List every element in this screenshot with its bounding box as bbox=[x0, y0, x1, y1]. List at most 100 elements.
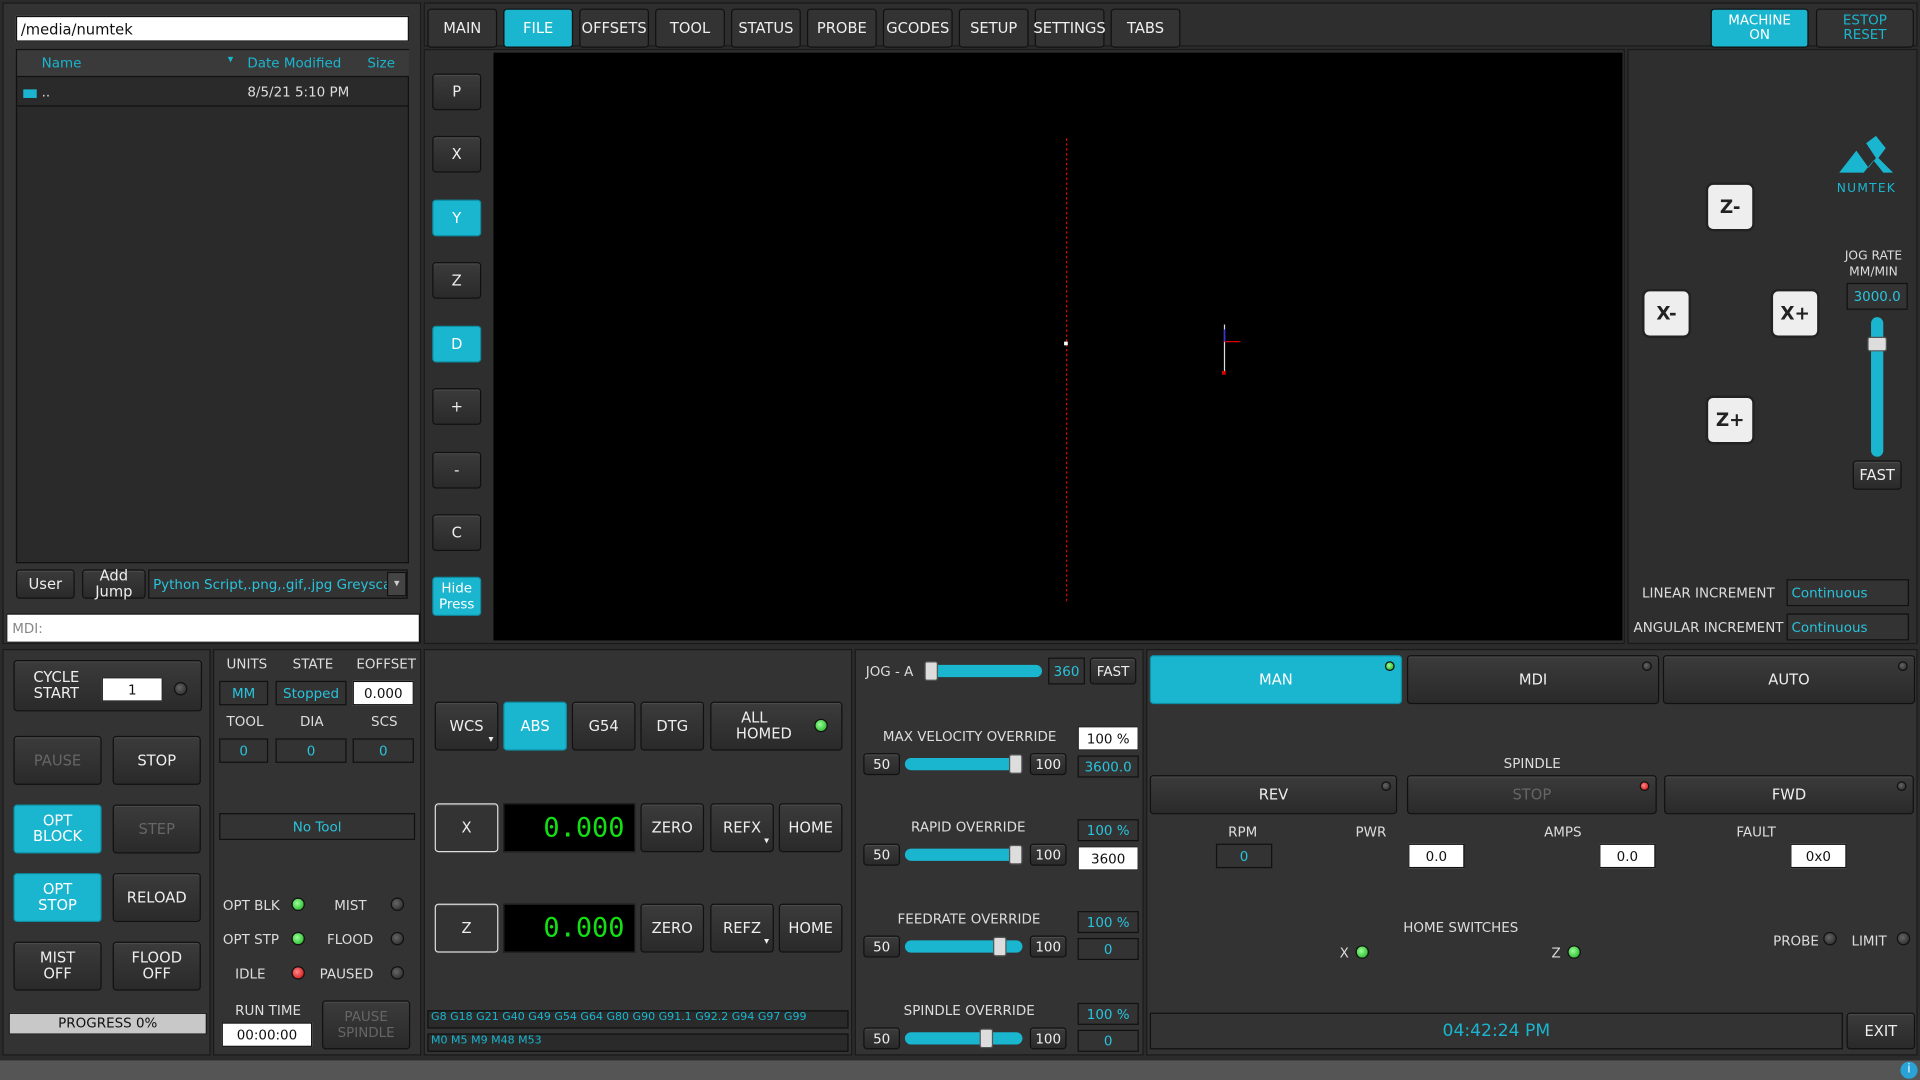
wcs-button[interactable]: WCS ▾ bbox=[434, 701, 499, 751]
gcode-preview[interactable] bbox=[493, 52, 1623, 641]
hide-press-button[interactable]: Hide Press bbox=[432, 576, 482, 616]
cycle-count-field[interactable]: 1 bbox=[101, 677, 163, 702]
pause-button[interactable]: PAUSE bbox=[13, 735, 102, 785]
feedrate-override-handle[interactable] bbox=[993, 936, 1007, 957]
step-button[interactable]: STEP bbox=[112, 804, 201, 854]
tab-file[interactable]: FILE bbox=[503, 8, 574, 48]
mdi-input[interactable]: MDI: bbox=[6, 613, 421, 643]
refz-button[interactable]: REFZ ▾ bbox=[710, 903, 774, 953]
jog-rate-handle[interactable] bbox=[1867, 336, 1887, 352]
zoom-in-button[interactable]: + bbox=[432, 388, 482, 425]
jog-x-minus-button[interactable]: X- bbox=[1642, 288, 1692, 338]
dtg-button[interactable]: DTG bbox=[640, 701, 705, 751]
machine-on-button[interactable]: MACHINE ON bbox=[1710, 8, 1809, 48]
chevron-down-icon[interactable]: ▾ bbox=[386, 571, 407, 597]
man-led bbox=[1384, 661, 1395, 672]
flood-label: FLOOD bbox=[326, 931, 374, 948]
exit-button[interactable]: EXIT bbox=[1846, 1012, 1916, 1050]
add-jump-button[interactable]: Add Jump bbox=[82, 568, 146, 599]
spindle-override-handle[interactable] bbox=[979, 1028, 994, 1049]
g54-button[interactable]: G54 bbox=[571, 701, 636, 751]
spindle-fwd-button[interactable]: FWD bbox=[1664, 775, 1914, 815]
jog-rate-field[interactable]: 3000.0 bbox=[1846, 282, 1908, 310]
max-velocity-handle[interactable] bbox=[1008, 754, 1023, 774]
opt-block-button[interactable]: OPT BLOCK bbox=[13, 804, 102, 854]
estop-reset-button[interactable]: ESTOP RESET bbox=[1815, 8, 1914, 48]
tab-status[interactable]: STATUS bbox=[731, 8, 801, 48]
dro-x-value: 0.000 bbox=[503, 803, 636, 853]
file-filter-select[interactable]: Python Script,.png,.gif,.jpg Greysca bbox=[148, 569, 408, 599]
zero-x-button[interactable]: ZERO bbox=[640, 803, 705, 853]
linear-increment-select[interactable]: Continuous bbox=[1786, 579, 1909, 607]
max-velocity-min-button[interactable]: 50 bbox=[863, 753, 901, 776]
jog-fast-button[interactable]: FAST bbox=[1852, 460, 1902, 490]
status-panel: UNITS STATE EOFFSET MM Stopped 0.000 TOO… bbox=[213, 648, 422, 1056]
user-button[interactable]: User bbox=[15, 569, 75, 599]
angular-increment-select[interactable]: Continuous bbox=[1786, 613, 1909, 641]
clear-button[interactable]: C bbox=[432, 514, 482, 552]
zoom-out-button[interactable]: - bbox=[432, 451, 482, 489]
stop-button[interactable]: STOP bbox=[112, 735, 201, 785]
tab-probe[interactable]: PROBE bbox=[806, 8, 877, 48]
rapid-max-button[interactable]: 100 bbox=[1029, 843, 1067, 866]
jog-a-fast-button[interactable]: FAST bbox=[1089, 657, 1137, 685]
abs-button[interactable]: ABS bbox=[503, 701, 567, 751]
view-y-button[interactable]: Y bbox=[432, 199, 482, 237]
home-z-button[interactable]: HOME bbox=[778, 903, 843, 953]
tab-settings[interactable]: SETTINGS bbox=[1033, 8, 1106, 48]
file-list[interactable]: Name ▾ Date Modified Size .. 8/5/21 5:10… bbox=[15, 48, 409, 564]
mode-auto-button[interactable]: AUTO bbox=[1662, 655, 1916, 705]
dro-x-axis-label[interactable]: X bbox=[434, 803, 499, 853]
jog-a-slider[interactable] bbox=[924, 664, 1043, 678]
refx-button[interactable]: REFX ▾ bbox=[710, 803, 774, 853]
zero-z-button[interactable]: ZERO bbox=[640, 903, 705, 953]
jog-z-minus-button[interactable]: Z- bbox=[1705, 182, 1755, 232]
view-d-button[interactable]: D bbox=[432, 325, 482, 363]
home-x-button[interactable]: HOME bbox=[778, 803, 843, 853]
spindle-rev-button[interactable]: REV bbox=[1149, 775, 1398, 815]
tab-tool[interactable]: TOOL bbox=[655, 8, 725, 48]
tab-tabs[interactable]: TABS bbox=[1110, 8, 1181, 48]
reload-button[interactable]: RELOAD bbox=[112, 873, 201, 923]
mode-man-button[interactable]: MAN bbox=[1149, 655, 1403, 705]
rapid-override-handle[interactable] bbox=[1008, 844, 1023, 865]
col-size[interactable]: Size bbox=[367, 55, 395, 71]
rapid-min-button[interactable]: 50 bbox=[863, 843, 901, 866]
jog-a-handle[interactable] bbox=[924, 661, 938, 681]
dro-z-axis-label[interactable]: Z bbox=[434, 903, 499, 953]
spindle-max-button[interactable]: 100 bbox=[1029, 1027, 1067, 1050]
tab-offsets[interactable]: OFFSETS bbox=[579, 8, 649, 48]
file-row-date: 8/5/21 5:10 PM bbox=[247, 84, 350, 101]
view-z-button[interactable]: Z bbox=[432, 262, 482, 299]
feedrate-min-button[interactable]: 50 bbox=[863, 935, 901, 958]
jog-x-plus-button[interactable]: X+ bbox=[1770, 288, 1820, 338]
pause-spindle-button[interactable]: PAUSE SPINDLE bbox=[322, 1000, 411, 1050]
spindle-min-button[interactable]: 50 bbox=[863, 1027, 901, 1050]
col-date[interactable]: Date Modified bbox=[247, 55, 341, 71]
home-x-label: X bbox=[1339, 945, 1349, 962]
feedrate-max-button[interactable]: 100 bbox=[1029, 935, 1067, 958]
max-velocity-max-button[interactable]: 100 bbox=[1029, 753, 1067, 776]
feedrate-override-label: FEEDRATE OVERRIDE bbox=[897, 911, 1041, 927]
tab-setup[interactable]: SETUP bbox=[958, 8, 1029, 48]
spindle-stop-button[interactable]: STOP bbox=[1406, 775, 1657, 815]
eoffset-field: 0.000 bbox=[352, 680, 414, 706]
tab-gcodes[interactable]: GCODES bbox=[882, 8, 953, 48]
home-x-led bbox=[1355, 945, 1369, 959]
rapid-override-slider[interactable] bbox=[904, 848, 1023, 861]
info-icon[interactable]: i bbox=[1900, 1061, 1918, 1079]
flood-off-button[interactable]: FLOOD OFF bbox=[112, 941, 201, 991]
mode-mdi-button[interactable]: MDI bbox=[1406, 655, 1660, 705]
opt-stop-button[interactable]: OPT STOP bbox=[13, 873, 102, 923]
spindle-override-slider[interactable] bbox=[904, 1032, 1023, 1045]
col-name[interactable]: Name bbox=[42, 55, 82, 71]
max-velocity-slider[interactable] bbox=[904, 757, 1023, 771]
tab-main[interactable]: MAIN bbox=[427, 8, 498, 48]
view-x-button[interactable]: X bbox=[432, 135, 482, 173]
jog-z-plus-button[interactable]: Z+ bbox=[1705, 395, 1755, 445]
eoffset-label: EOFFSET bbox=[356, 656, 417, 673]
mist-off-button[interactable]: MIST OFF bbox=[13, 941, 102, 991]
view-p-button[interactable]: P bbox=[432, 73, 482, 111]
file-row[interactable]: .. 8/5/21 5:10 PM bbox=[17, 80, 409, 107]
path-field[interactable]: /media/numtek bbox=[15, 15, 409, 42]
